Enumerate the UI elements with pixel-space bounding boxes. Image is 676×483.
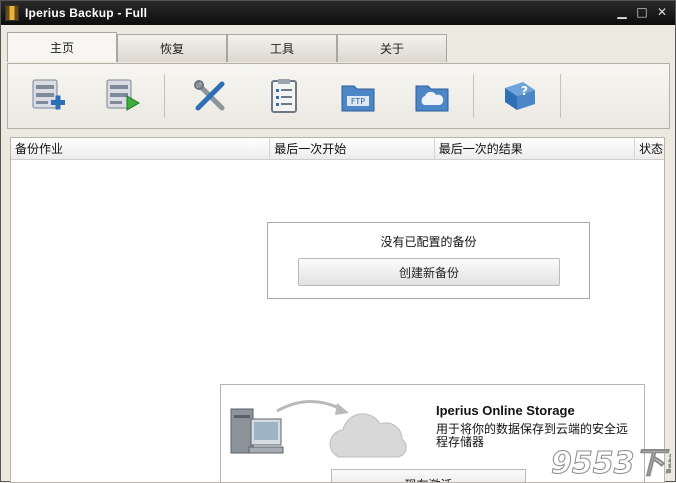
toolbar-separator <box>560 74 561 118</box>
computer-icon <box>230 408 284 454</box>
window-title: Iperius Backup - Full <box>25 6 148 20</box>
tab-home[interactable]: 主页 <box>7 32 117 62</box>
toolbar-separator <box>473 74 474 118</box>
tab-restore[interactable]: 恢复 <box>117 34 227 62</box>
activate-now-button[interactable]: 现在激活 <box>331 469 526 482</box>
computer-to-cloud-illustration <box>230 399 407 458</box>
column-last-result[interactable]: 最后一次的结果 <box>435 138 636 160</box>
svg-text:FTP: FTP <box>351 97 365 106</box>
run-backup-button[interactable] <box>96 70 150 122</box>
svg-text:?: ? <box>521 84 528 98</box>
cloud-folder-icon <box>415 85 449 112</box>
promo-title: Iperius Online Storage <box>436 403 575 418</box>
title-bar[interactable]: Iperius Backup - Full ▁ □ ✕ <box>1 1 675 25</box>
app-window: Iperius Backup - Full ▁ □ ✕ 主页 恢复 工具 关于 <box>0 0 676 483</box>
grid-header: 备份作业 最后一次开始 最后一次的结果 状态 <box>11 138 664 160</box>
main-tabs: 主页 恢复 工具 关于 <box>7 32 447 64</box>
create-backup-button[interactable]: 创建新备份 <box>298 258 560 286</box>
clipboard-checklist-icon <box>271 79 297 113</box>
iperius-app-icon <box>5 5 19 21</box>
ftp-button[interactable]: FTP <box>331 70 385 122</box>
help-button[interactable]: ? <box>492 70 546 122</box>
window-controls: ▁ □ ✕ <box>615 5 669 19</box>
minimize-button[interactable]: ▁ <box>615 5 629 19</box>
close-button[interactable]: ✕ <box>655 5 669 19</box>
column-backup-job[interactable]: 备份作业 <box>11 138 271 160</box>
empty-state-message: 没有已配置的备份 <box>380 235 477 249</box>
tab-tools[interactable]: 工具 <box>227 34 337 62</box>
ftp-folder-icon: FTP <box>341 85 375 112</box>
column-last-start[interactable]: 最后一次开始 <box>270 138 435 160</box>
cloud-icon <box>329 413 407 458</box>
tools-icon <box>194 80 225 111</box>
transfer-arrow-icon <box>276 399 342 413</box>
tab-about[interactable]: 关于 <box>337 34 447 62</box>
toolbar-separator <box>164 74 165 118</box>
cloud-button[interactable] <box>405 70 459 122</box>
new-backup-job-button[interactable] <box>22 70 76 122</box>
toolbar: FTP ? <box>7 63 670 129</box>
reports-button[interactable] <box>257 70 311 122</box>
run-backup-icon <box>106 79 140 111</box>
tools-button[interactable] <box>183 70 237 122</box>
site-watermark-logo: 9553下载 <box>551 446 672 480</box>
column-status[interactable]: 状态 <box>635 138 664 160</box>
maximize-button[interactable]: □ <box>635 5 649 19</box>
svg-text:9553下载: 9553下载 <box>551 446 671 479</box>
backup-jobs-panel: 备份作业 最后一次开始 最后一次的结果 状态 没有已配置的备份 创建新备份 Ip… <box>10 137 665 483</box>
new-backup-job-icon <box>32 79 65 110</box>
empty-state-box: 没有已配置的备份 创建新备份 <box>267 222 590 299</box>
help-book-icon: ? <box>505 82 535 110</box>
